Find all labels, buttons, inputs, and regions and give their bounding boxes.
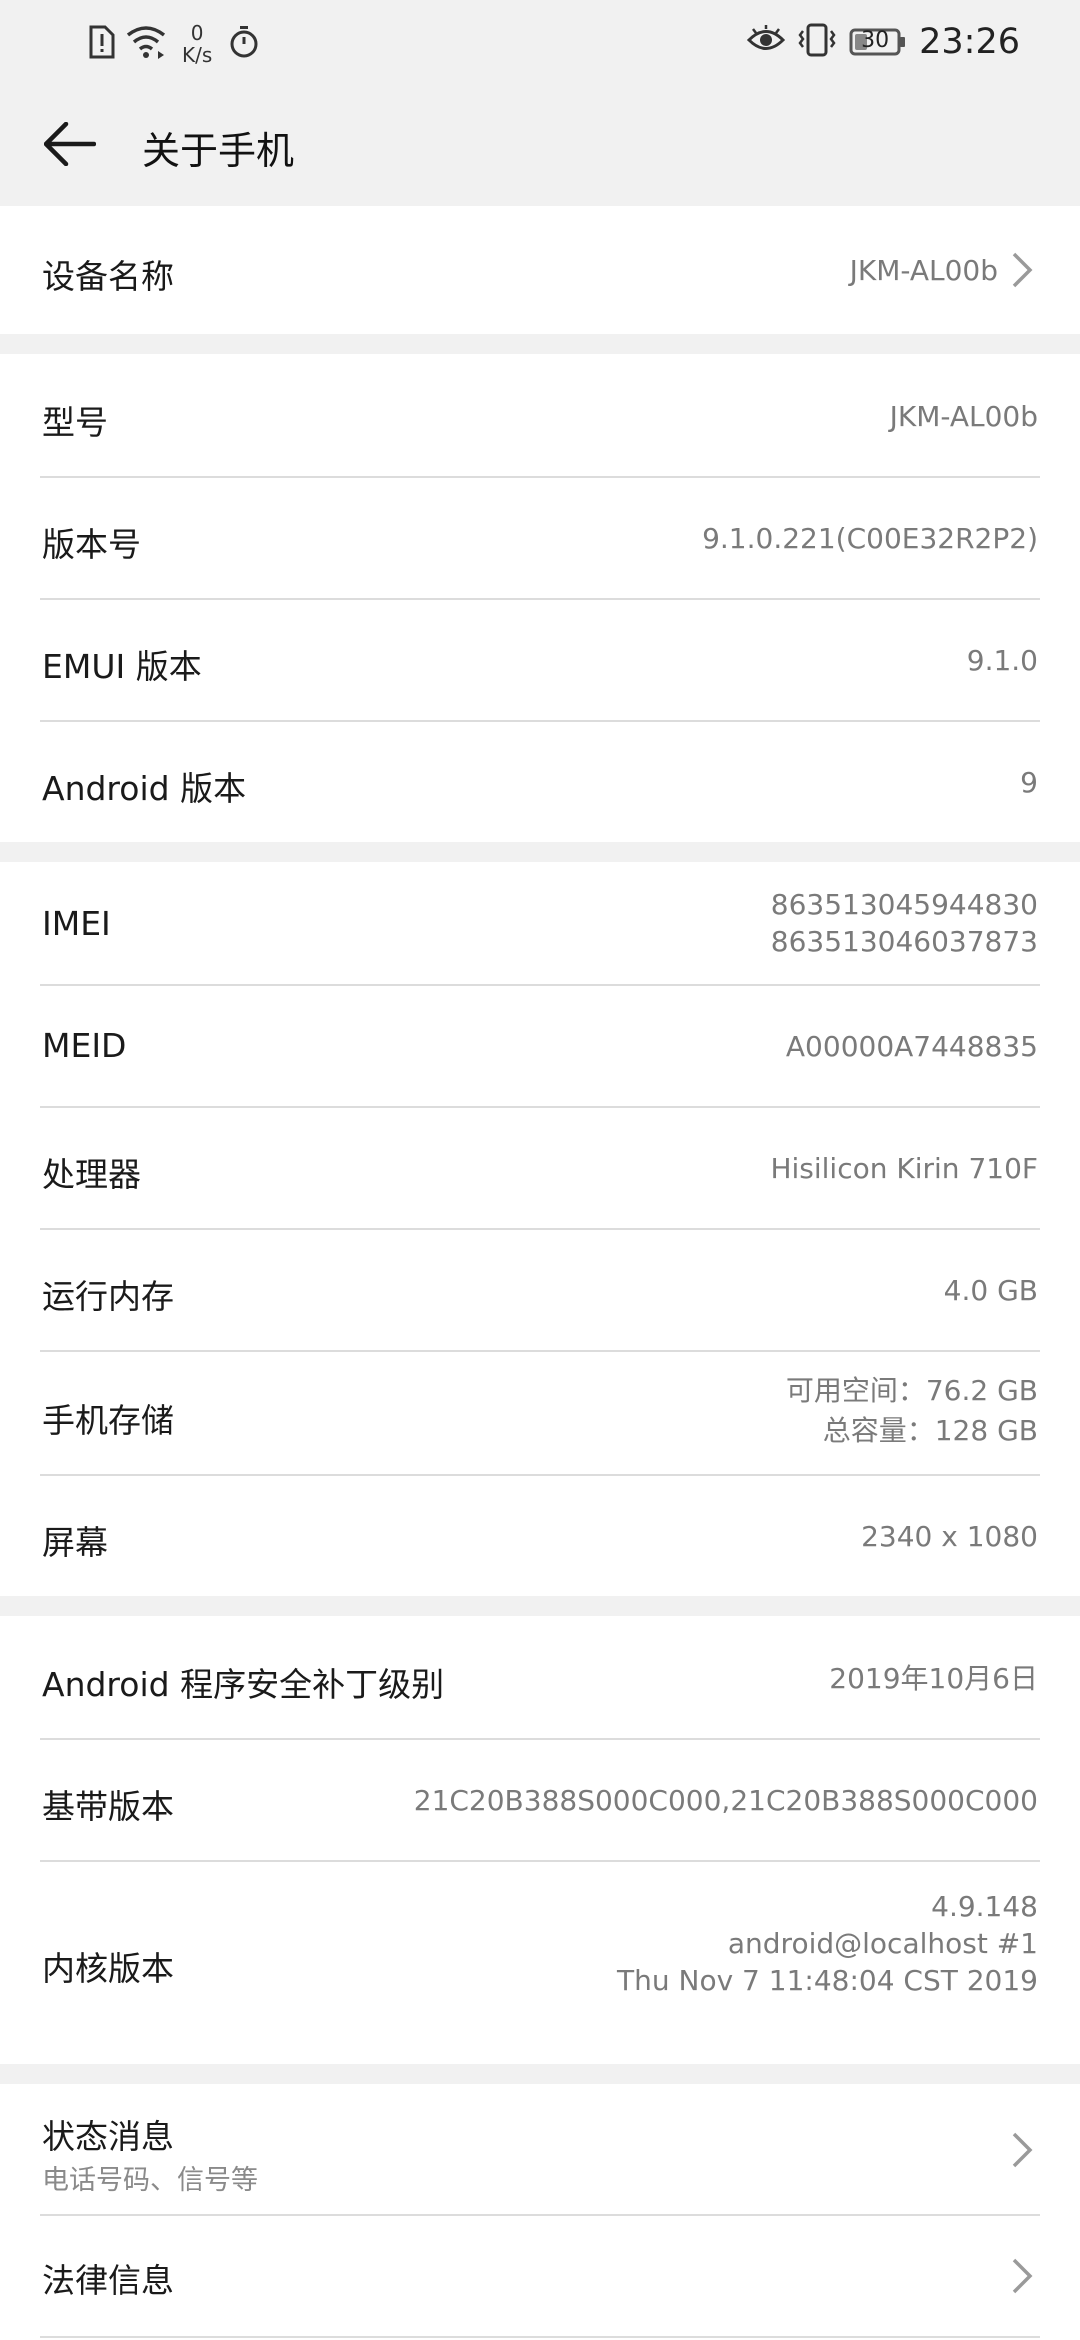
- emui-version-value: 9.1.0: [966, 644, 1038, 677]
- screen-value: 2340 x 1080: [861, 1520, 1038, 1553]
- kernel-line-3: Thu Nov 7 11:48:04 CST 2019: [617, 1964, 1038, 1997]
- status-info-sublabel: 电话号码、信号等: [42, 2165, 258, 2196]
- sim-alert-icon: [88, 24, 116, 64]
- security-section: Android 程序安全补丁级别 2019年10月6日 基带版本 21C20B3…: [0, 1616, 1080, 2064]
- device-name-label: 设备名称: [42, 257, 174, 296]
- kernel-line-1: 4.9.148: [931, 1890, 1038, 1923]
- legal-info-row[interactable]: 法律信息: [0, 2214, 1080, 2336]
- app-bar: 关于手机: [0, 84, 1080, 206]
- kernel-line-2: android@localhost #1: [727, 1927, 1038, 1960]
- status-bar-right: 30 23:26: [747, 18, 1020, 66]
- meid-label: MEID: [42, 1026, 127, 1065]
- model-value: JKM-AL00b: [889, 400, 1038, 433]
- meid-value: A00000A7448835: [785, 1030, 1038, 1063]
- eye-icon: [747, 25, 786, 59]
- meid-row: MEID A00000A7448835: [0, 984, 1080, 1106]
- screen-row: 屏幕 2340 x 1080: [0, 1474, 1080, 1596]
- legal-info-label: 法律信息: [42, 2261, 174, 2300]
- build-number-row[interactable]: 版本号 9.1.0.221(C00E32R2P2): [0, 476, 1080, 598]
- vibrate-icon: [797, 22, 837, 62]
- emui-version-row: EMUI 版本 9.1.0: [0, 598, 1080, 720]
- device-name-row[interactable]: 设备名称 JKM-AL00b: [0, 206, 1080, 334]
- divider: [40, 2336, 1040, 2338]
- storage-row: 手机存储 可用空间：76.2 GB 总容量：128 GB: [0, 1350, 1080, 1474]
- chevron-right-icon: [1012, 2132, 1033, 2168]
- kernel-row: 内核版本 4.9.148 android@localhost #1 Thu No…: [0, 1860, 1080, 2064]
- network-speed-value: 0: [190, 21, 204, 45]
- status-info-row[interactable]: 状态消息 电话号码、信号等: [0, 2084, 1080, 2214]
- network-speed-unit: K/s: [182, 43, 213, 67]
- battery-icon: 30: [849, 27, 907, 57]
- build-number-value: 9.1.0.221(C00E32R2P2): [702, 522, 1038, 555]
- hardware-section: IMEI 863513045944830 863513046037873 MEI…: [0, 862, 1080, 1596]
- storage-total: 总容量：128 GB: [822, 1414, 1038, 1447]
- emui-version-label: EMUI 版本: [42, 647, 202, 686]
- device-name-section: 设备名称 JKM-AL00b: [0, 206, 1080, 334]
- page-title: 关于手机: [142, 129, 295, 173]
- chevron-right-icon: [1012, 2258, 1033, 2294]
- build-number-label: 版本号: [42, 525, 141, 564]
- back-button[interactable]: [34, 112, 106, 176]
- storage-label: 手机存储: [42, 1401, 174, 1440]
- processor-value: Hisilicon Kirin 710F: [770, 1152, 1038, 1185]
- imei-row: IMEI 863513045944830 863513046037873: [0, 862, 1080, 984]
- chevron-right-icon: [1012, 252, 1033, 288]
- model-label: 型号: [42, 403, 108, 442]
- processor-row: 处理器 Hisilicon Kirin 710F: [0, 1106, 1080, 1228]
- imei-value-2: 863513046037873: [770, 925, 1038, 958]
- processor-label: 处理器: [42, 1155, 141, 1194]
- ram-value: 4.0 GB: [943, 1274, 1038, 1307]
- ram-label: 运行内存: [42, 1277, 174, 1316]
- battery-level: 30: [861, 28, 890, 53]
- baseband-row: 基带版本 21C20B388S000C000,21C20B388S000C000: [0, 1738, 1080, 1860]
- status-bar-left: 0 K/s: [88, 20, 260, 68]
- status-bar: 0 K/s 30 23:26: [0, 0, 1080, 84]
- imei-label: IMEI: [42, 904, 111, 943]
- back-arrow-icon: [44, 122, 96, 166]
- kernel-label: 内核版本: [42, 1949, 174, 1988]
- baseband-label: 基带版本: [42, 1787, 174, 1826]
- stopwatch-icon: [228, 25, 260, 63]
- device-name-value: JKM-AL00b: [849, 254, 998, 287]
- network-speed: 0 K/s: [182, 22, 212, 66]
- security-patch-row: Android 程序安全补丁级别 2019年10月6日: [0, 1616, 1080, 1738]
- clock: 23:26: [919, 22, 1020, 62]
- imei-value-1: 863513045944830: [770, 888, 1038, 921]
- security-patch-label: Android 程序安全补丁级别: [42, 1665, 445, 1704]
- android-version-row: Android 版本 9: [0, 720, 1080, 842]
- status-info-label: 状态消息: [42, 2117, 174, 2156]
- android-version-label: Android 版本: [42, 769, 247, 808]
- wifi-icon: [126, 25, 166, 63]
- software-section: 型号 JKM-AL00b 版本号 9.1.0.221(C00E32R2P2) E…: [0, 354, 1080, 842]
- more-section: 状态消息 电话号码、信号等 法律信息: [0, 2084, 1080, 2340]
- security-patch-value: 2019年10月6日: [829, 1662, 1038, 1695]
- model-row: 型号 JKM-AL00b: [0, 354, 1080, 476]
- screen-label: 屏幕: [42, 1523, 108, 1562]
- android-version-value: 9: [1020, 766, 1038, 799]
- storage-available: 可用空间：76.2 GB: [785, 1374, 1038, 1407]
- ram-row: 运行内存 4.0 GB: [0, 1228, 1080, 1350]
- baseband-value: 21C20B388S000C000,21C20B388S000C000: [413, 1784, 1038, 1817]
